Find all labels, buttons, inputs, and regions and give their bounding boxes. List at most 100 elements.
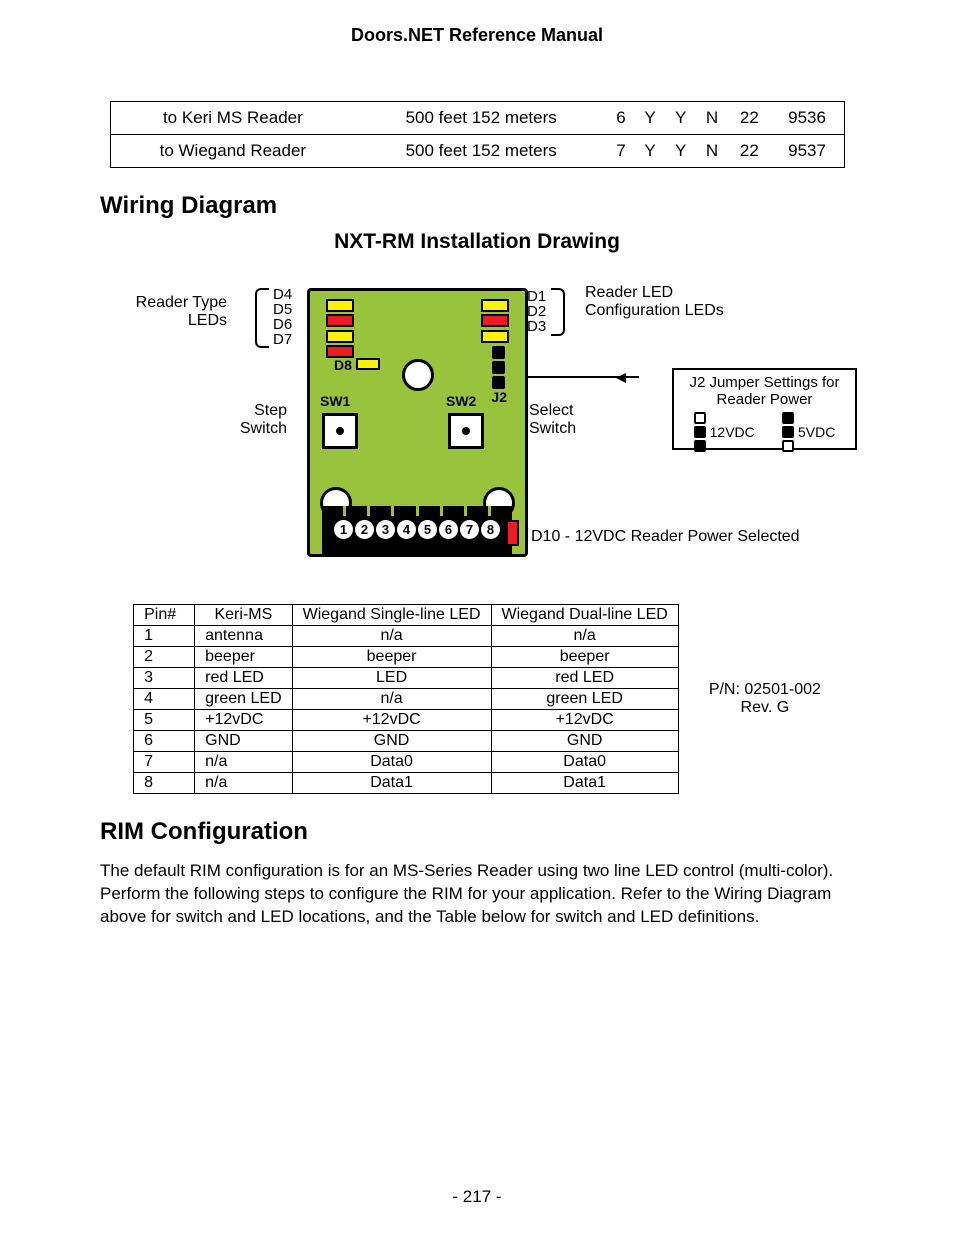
cell: 1 (134, 626, 195, 647)
sw1-switch-icon (322, 413, 358, 449)
j2-header (492, 346, 505, 391)
d3-label: D3 (527, 318, 546, 335)
cell: GND (292, 731, 491, 752)
terminal-pin: 3 (376, 520, 395, 539)
cell: 500 feet 152 meters (355, 135, 607, 168)
terminal-pin: 2 (355, 520, 374, 539)
terminal-block: 1 2 3 4 5 6 7 8 (322, 516, 512, 554)
col-wdual: Wiegand Dual-line LED (491, 605, 678, 626)
cell: 6 (134, 731, 195, 752)
cell: 7 (607, 135, 635, 168)
cell: n/a (292, 689, 491, 710)
sw1-label: SW1 (320, 393, 350, 409)
led-d1-icon (481, 299, 509, 312)
drawing-title: NXT-RM Installation Drawing (100, 230, 854, 254)
led-stack-right (481, 296, 509, 345)
table-row: to Wiegand Reader 500 feet 152 meters 7 … (110, 135, 844, 168)
col-keri: Keri-MS (195, 605, 293, 626)
sw2-label: SW2 (446, 393, 476, 409)
page-header-title: Doors.NET Reference Manual (100, 25, 854, 46)
step-switch-label: Step Switch (227, 402, 287, 438)
terminal-pin: 6 (439, 520, 458, 539)
terminal-pin: 1 (334, 520, 353, 539)
cell: Data0 (292, 752, 491, 773)
d10-label: D10 - 12VDC Reader Power Selected (531, 528, 800, 546)
rim-config-paragraph: The default RIM configuration is for an … (100, 860, 854, 929)
brace-icon (255, 288, 269, 348)
pin-icon (782, 426, 794, 438)
cell: red LED (491, 668, 678, 689)
part-number-block: P/N: 02501-002 Rev. G (709, 681, 821, 717)
table-row: 1antennan/an/a (134, 626, 679, 647)
cell: beeper (292, 647, 491, 668)
cell: Y (665, 102, 696, 135)
cell: GND (491, 731, 678, 752)
cell: LED (292, 668, 491, 689)
cell: 9537 (771, 135, 844, 168)
cell: Y (635, 135, 666, 168)
led-d2-icon (481, 314, 509, 327)
cell: GND (195, 731, 293, 752)
table-row: 3red LEDLEDred LED (134, 668, 679, 689)
cell: 9536 (771, 102, 844, 135)
col-pin: Pin# (134, 605, 195, 626)
cable-table: to Keri MS Reader 500 feet 152 meters 6 … (110, 101, 845, 168)
mount-hole-icon (402, 359, 434, 391)
pin-icon (694, 426, 706, 438)
cell: to Wiegand Reader (110, 135, 355, 168)
pin-icon (694, 412, 706, 424)
table-row: 6GNDGNDGND (134, 731, 679, 752)
jumper-5vdc: 5VDC (782, 412, 835, 452)
cell: green LED (195, 689, 293, 710)
revision: Rev. G (709, 699, 821, 717)
cell: 6 (607, 102, 635, 135)
cell: 22 (728, 135, 771, 168)
led-d10-icon (506, 520, 519, 546)
nxt-rm-diagram: Reader Type LEDs D4 D5 D6 D7 D1 D2 D3 Re… (117, 270, 837, 570)
cell: 8 (134, 773, 195, 794)
d8-label: D8 (334, 357, 352, 373)
led-d5-icon (326, 314, 354, 327)
cell: beeper (195, 647, 293, 668)
cell: 4 (134, 689, 195, 710)
cell: N (696, 135, 728, 168)
cell: antenna (195, 626, 293, 647)
cell: n/a (491, 626, 678, 647)
brace-icon (551, 288, 565, 336)
arrow-icon (519, 376, 639, 378)
led-d6-icon (326, 330, 354, 343)
jumper-5v-label: 5VDC (798, 424, 835, 440)
table-row: 5+12vDC+12vDC+12vDC (134, 710, 679, 731)
cell: 3 (134, 668, 195, 689)
table-row: 4green LEDn/agreen LED (134, 689, 679, 710)
table-row: 7n/aData0Data0 (134, 752, 679, 773)
terminal-pin: 4 (397, 520, 416, 539)
terminal-teeth-icon (322, 506, 512, 516)
cell: 22 (728, 102, 771, 135)
jumper-box-title: J2 Jumper Settings for Reader Power (680, 374, 849, 408)
cell: Y (665, 135, 696, 168)
select-switch-label: Select Switch (529, 402, 589, 438)
led-d4-icon (326, 299, 354, 312)
cell: Data1 (491, 773, 678, 794)
reader-type-leds-label: Reader Type LEDs (117, 294, 227, 330)
cell: Data0 (491, 752, 678, 773)
cell: N (696, 102, 728, 135)
wiring-diagram-heading: Wiring Diagram (100, 192, 854, 220)
cell: beeper (491, 647, 678, 668)
cell: 2 (134, 647, 195, 668)
cell: +12vDC (292, 710, 491, 731)
cell: to Keri MS Reader (110, 102, 355, 135)
pcb-board: D8 J2 SW1 SW2 1 2 3 4 5 (307, 288, 528, 557)
pin-table: Pin# Keri-MS Wiegand Single-line LED Wie… (133, 604, 679, 794)
cell: 7 (134, 752, 195, 773)
pin-icon (694, 440, 706, 452)
col-wsingle: Wiegand Single-line LED (292, 605, 491, 626)
led-d8-icon (356, 358, 380, 370)
terminal-pin: 5 (418, 520, 437, 539)
pin-icon (492, 361, 505, 374)
cell: green LED (491, 689, 678, 710)
sw2-switch-icon (448, 413, 484, 449)
cell: +12vDC (195, 710, 293, 731)
part-number: P/N: 02501-002 (709, 681, 821, 699)
